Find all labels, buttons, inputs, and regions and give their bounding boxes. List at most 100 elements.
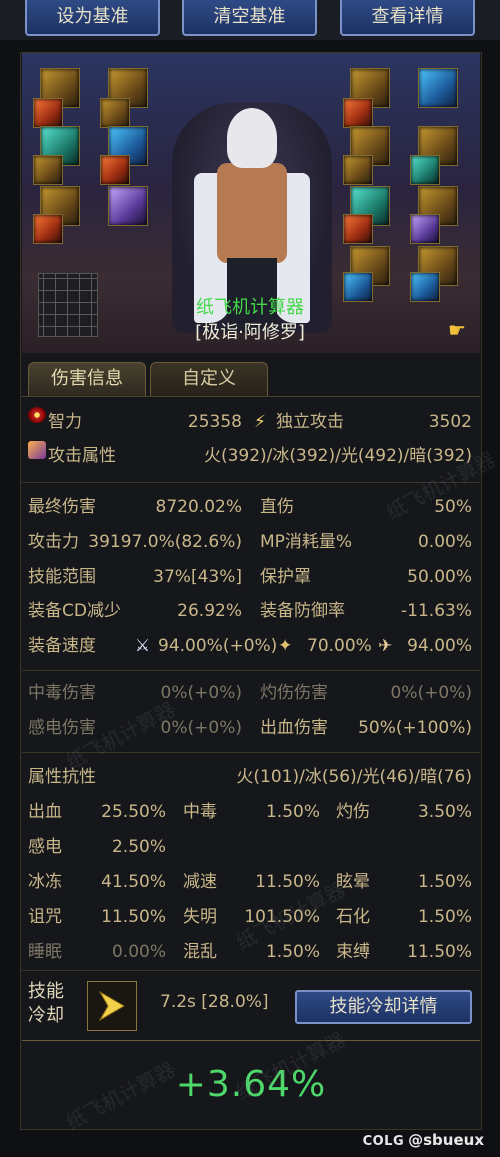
resist-row: 感电 2.50% [28, 832, 474, 862]
view-details-button[interactable]: 查看详情 [340, 0, 475, 36]
footer-user: @sbueux [408, 1131, 484, 1149]
equip-slot-title[interactable] [33, 98, 63, 128]
int-label: 智力 [48, 412, 82, 432]
move-speed-value: 94.00% [407, 636, 472, 656]
equip-slot-rune[interactable] [410, 214, 440, 244]
resist-item-value: 0.00% [111, 942, 166, 962]
resist-row: 冰冻 41.50% 减速 11.50% 眩晕 1.50% [28, 867, 474, 897]
sparkle-sword-icon: ⚡ [254, 412, 266, 432]
equip-slot-earring[interactable] [410, 155, 440, 185]
atk-label: 攻击力 [28, 532, 79, 552]
atk-value: 39197.0%(82.6%) [88, 532, 242, 552]
resist-item-label: 诅咒 [28, 907, 62, 927]
resist-item-label: 灼伤 [336, 802, 370, 822]
equip-slot-portrait[interactable] [108, 186, 148, 226]
colg-logo: COLG [362, 1134, 405, 1149]
resist-item-value: 1.50% [417, 907, 472, 927]
divider [22, 752, 480, 753]
resist-item-label: 减速 [183, 872, 217, 892]
character-hair [227, 108, 277, 168]
resist-item-value: 1.50% [265, 802, 320, 822]
equip-slot-shoes[interactable] [100, 155, 130, 185]
resist-item-label: 束缚 [336, 942, 370, 962]
resist-item-value: 1.50% [417, 872, 472, 892]
cooldown-value: 7.2s [28.0%] [160, 992, 269, 1012]
burn-dmg-value: 0%(+0%) [390, 683, 472, 703]
resist-item-value: 2.50% [111, 837, 166, 857]
poison-dmg-value: 0%(+0%) [160, 683, 242, 703]
cooldown-label-line: 冷却 [28, 1005, 64, 1026]
divider [22, 670, 480, 671]
set-baseline-button[interactable]: 设为基准 [25, 0, 160, 36]
stat-row-status: 中毒伤害 0%(+0%) 灼伤伤害 0%(+0%) [28, 678, 474, 708]
resist-item-value: 41.50% [101, 872, 166, 892]
mp-value: 0.00% [417, 532, 472, 552]
cd-reduce-label: 装备CD减少 [28, 601, 121, 621]
range-value: 37%[43%] [153, 567, 242, 587]
poison-dmg-label: 中毒伤害 [28, 683, 96, 703]
elem-label: 攻击属性 [48, 446, 116, 466]
divider [22, 970, 480, 971]
equip-slot-belt[interactable] [33, 155, 63, 185]
resist-item-value: 3.50% [417, 802, 472, 822]
stat-row-primary: 智力 25358 ⚡ 独立攻击 3502 [28, 407, 474, 437]
stat-row-element: 攻击属性 火(392)/冰(392)/光(492)/暗(392) [28, 441, 474, 471]
resist-item-value: 101.50% [244, 907, 320, 927]
skill-chevron-icon [87, 981, 137, 1031]
cooldown-label-line: 技能 [28, 981, 64, 1002]
resist-item-value: 11.50% [101, 907, 166, 927]
stat-row-status: 感电伤害 0%(+0%) 出血伤害 50%(+100%) [28, 713, 474, 743]
stat-row-speed: 装备速度 ⚔ 94.00%(+0%) ✦ 70.00% ✈ 94.00% [28, 631, 474, 661]
resist-value: 火(101)/冰(56)/光(46)/暗(76) [236, 767, 472, 787]
resist-label: 属性抗性 [28, 767, 96, 787]
resist-row: 出血 25.50% 中毒 1.50% 灼伤 3.50% [28, 797, 474, 827]
cast-speed-value: 70.00% [307, 636, 372, 656]
character-name: [极诣·阿修罗] [195, 322, 305, 343]
resist-item-label: 感电 [28, 837, 62, 857]
shock-dmg-value: 0%(+0%) [160, 718, 242, 738]
clear-baseline-button[interactable]: 清空基准 [182, 0, 317, 36]
resist-item-label: 睡眠 [28, 942, 62, 962]
equip-slot-extra-4[interactable] [410, 272, 440, 302]
stat-row: 最终伤害 8720.02% 直伤 50% [28, 492, 474, 522]
indep-atk-label: 独立攻击 [276, 412, 344, 432]
resist-row: 诅咒 11.50% 失明 101.50% 石化 1.50% [28, 902, 474, 932]
sword-icon: ⚔ [135, 636, 151, 656]
tab-custom[interactable]: 自定义 [150, 362, 268, 396]
stat-row: 技能范围 37%[43%] 保护罩 50.00% [28, 562, 474, 592]
resist-item-label: 失明 [183, 907, 217, 927]
cooldown-details-button[interactable]: 技能冷却详情 [295, 990, 472, 1024]
equip-slot-pants[interactable] [100, 98, 130, 128]
shock-dmg-label: 感电伤害 [28, 718, 96, 738]
elem-value: 火(392)/冰(392)/光(492)/暗(392) [203, 446, 472, 466]
tab-damage-info[interactable]: 伤害信息 [28, 362, 146, 396]
final-dmg-value: 8720.02% [155, 497, 242, 517]
equip-slot-creature[interactable] [33, 214, 63, 244]
equip-slot-sub[interactable] [343, 155, 373, 185]
resist-item-label: 眩晕 [336, 872, 370, 892]
crit-label: 直伤 [260, 497, 294, 517]
pointing-hand-icon[interactable]: ☛ [448, 318, 466, 342]
crit-value: 50% [434, 497, 472, 517]
bleed-dmg-value: 50%(+100%) [358, 718, 472, 738]
resist-item-value: 11.50% [407, 942, 472, 962]
eye-icon [28, 407, 46, 423]
resist-header-row: 属性抗性 火(101)/冰(56)/光(46)/暗(76) [28, 762, 474, 792]
boots-icon: ✈ [378, 636, 393, 656]
equip-slot-bracelet[interactable] [343, 98, 373, 128]
mp-label: MP消耗量% [260, 532, 353, 552]
equip-slot-flag[interactable] [343, 214, 373, 244]
range-label: 技能范围 [28, 567, 96, 587]
speed-label: 装备速度 [28, 636, 96, 656]
tab-bar: 伤害信息 自定义 [22, 358, 480, 397]
calculator-title: 纸飞机计算器 [196, 297, 304, 318]
def-rate-label: 装备防御率 [260, 601, 345, 621]
equip-slot-emblem[interactable] [418, 68, 458, 108]
inventory-grid-icon[interactable] [38, 273, 98, 337]
bleed-dmg-label: 出血伤害 [260, 718, 328, 738]
resist-item-value: 1.50% [265, 942, 320, 962]
final-dmg-label: 最终伤害 [28, 497, 96, 517]
resist-item-label: 冰冻 [28, 872, 62, 892]
stat-row: 装备CD减少 26.92% 装备防御率 -11.63% [28, 596, 474, 626]
skill-cooldown-label: 技能 冷却 [28, 980, 78, 1028]
